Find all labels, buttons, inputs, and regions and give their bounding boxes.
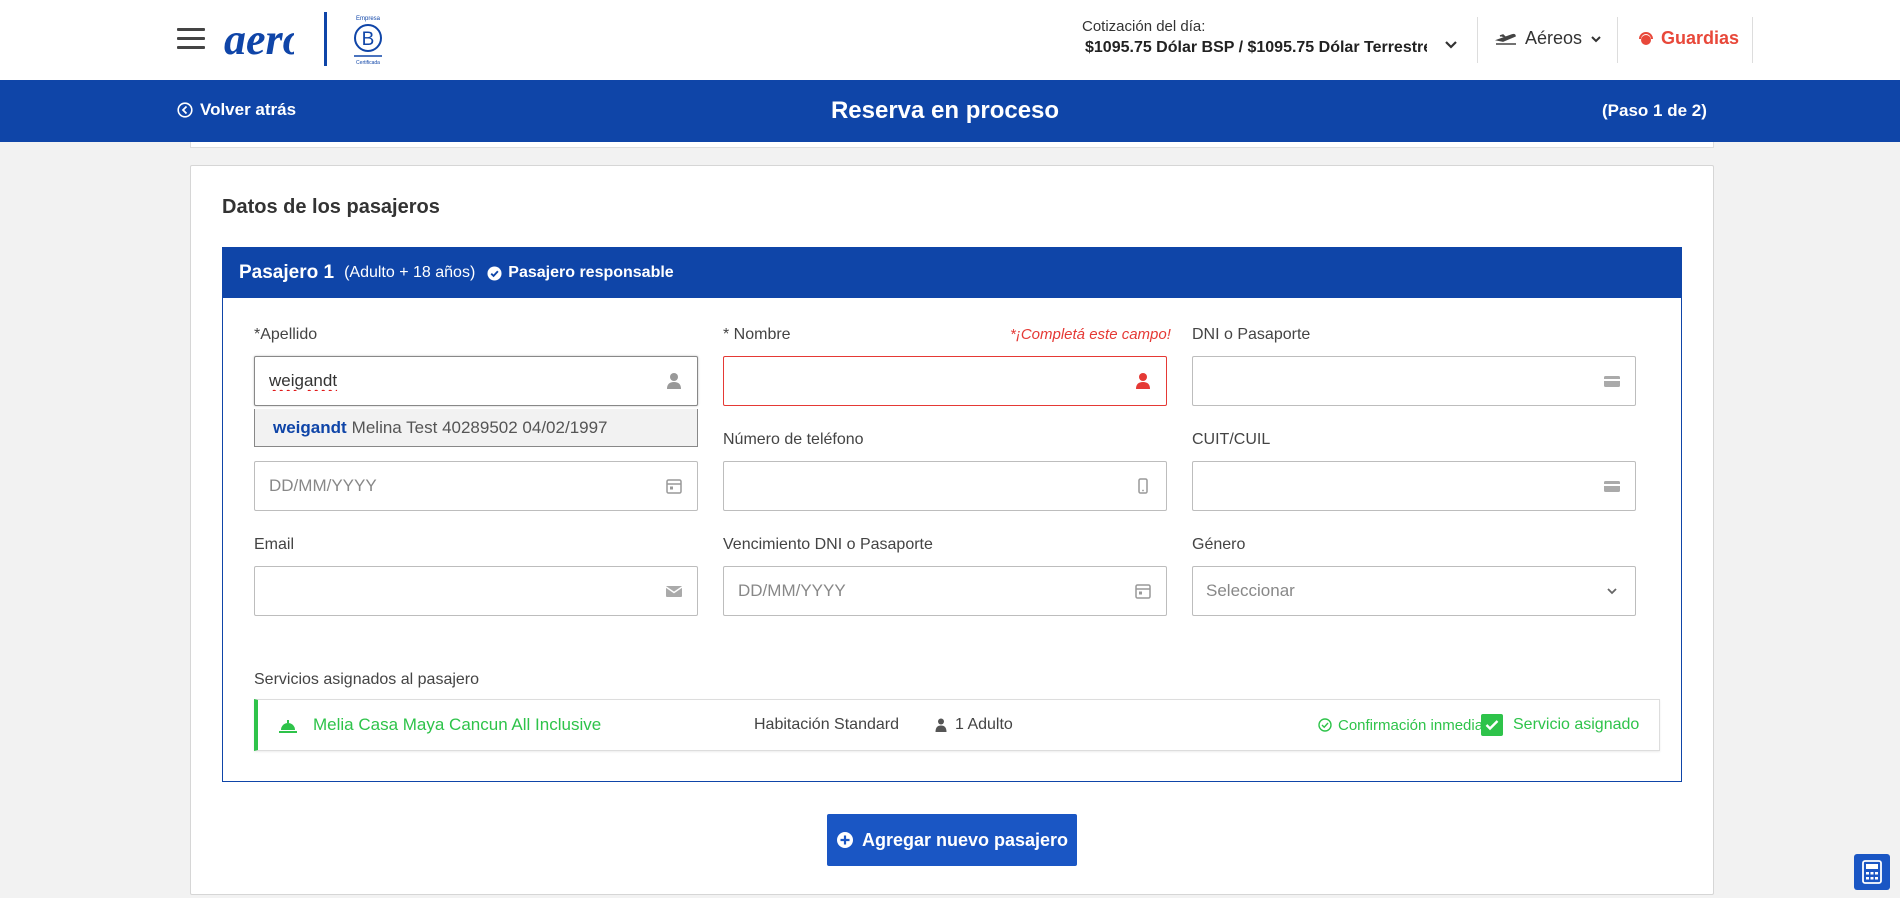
telefono-label: Número de teléfono xyxy=(723,431,864,448)
add-passenger-label: Agregar nuevo pasajero xyxy=(861,829,1069,850)
hotel-bell-icon xyxy=(279,720,297,733)
guardias-label: Guardias xyxy=(1661,28,1740,48)
cuit-input[interactable] xyxy=(1193,462,1583,510)
menu-icon[interactable] xyxy=(177,28,205,50)
apellido-label: *Apellido xyxy=(254,326,318,343)
fecha-nacimiento-field[interactable] xyxy=(254,461,698,511)
exchange-rate-label: Cotización del día: xyxy=(1082,18,1206,35)
vencimiento-field[interactable] xyxy=(723,566,1167,616)
passengers-card: Datos de los pasajeros Pasajero 1 (Adult… xyxy=(190,165,1714,895)
nombre-field[interactable] xyxy=(723,356,1167,406)
mobile-phone-icon xyxy=(1138,478,1148,494)
apellido-field[interactable] xyxy=(254,356,698,406)
divider xyxy=(1477,17,1478,63)
svg-text:B: B xyxy=(362,29,375,50)
telefono-field[interactable] xyxy=(723,461,1167,511)
assigned-service-row: Melia Casa Maya Cancun All Inclusive Hab… xyxy=(254,699,1660,751)
apellido-input[interactable] xyxy=(255,357,645,405)
service-pax-label: 1 Adulto xyxy=(955,716,1013,733)
svg-text:Empresa: Empresa xyxy=(356,16,381,22)
id-card-icon xyxy=(1604,376,1620,387)
svg-text:aero: aero xyxy=(224,15,294,64)
exchange-rate-value: $1095.75 Dólar BSP / $1095.75 Dólar Terr… xyxy=(1085,39,1427,56)
nombre-error: *¡Completá este campo! xyxy=(1010,326,1171,343)
service-name: Melia Casa Maya Cancun All Inclusive xyxy=(313,715,602,734)
email-label: Email xyxy=(254,536,295,553)
person-icon xyxy=(935,718,947,732)
nombre-input[interactable] xyxy=(724,357,1114,405)
person-icon xyxy=(1136,373,1150,389)
passenger-header: Pasajero 1 (Adulto + 18 años) Pasajero r… xyxy=(223,248,1681,298)
dni-input[interactable] xyxy=(1193,357,1583,405)
aereos-dropdown[interactable]: Aéreos xyxy=(1495,28,1602,49)
telefono-input[interactable] xyxy=(724,462,1114,510)
cuit-label: CUIT/CUIL xyxy=(1192,431,1271,448)
genero-label: Género xyxy=(1192,536,1246,553)
chevron-down-icon xyxy=(1607,588,1617,595)
fecha-nacimiento-input[interactable] xyxy=(255,462,645,510)
step-indicator: (Paso 1 de 2) xyxy=(1602,101,1707,120)
id-card-icon xyxy=(1604,481,1620,492)
person-icon xyxy=(667,373,681,389)
cuit-field[interactable] xyxy=(1192,461,1636,511)
plus-circle-icon xyxy=(836,832,853,848)
email-input[interactable] xyxy=(255,567,645,615)
suggestion-rest: Melina Test 40289502 04/02/1997 xyxy=(351,417,608,437)
vencimiento-label: Vencimiento DNI o Pasaporte xyxy=(723,536,933,553)
nombre-label: * Nombre xyxy=(723,326,791,343)
services-label: Servicios asignados al pasajero xyxy=(254,671,480,688)
chevron-down-icon xyxy=(1591,35,1601,42)
guardias-link[interactable]: Guardias xyxy=(1637,28,1739,49)
suggestion-match: weigandt xyxy=(273,417,347,437)
booking-bar: Volver atrás Reserva en proceso (Paso 1 … xyxy=(0,80,1900,142)
aero-logo[interactable]: aero xyxy=(224,14,294,64)
add-passenger-button[interactable]: Agregar nuevo pasajero xyxy=(827,814,1077,866)
passenger-title: Pasajero 1 xyxy=(239,262,335,283)
service-assigned-label: Servicio asignado xyxy=(1513,716,1640,733)
confirmation-label: Confirmación inmediata xyxy=(1338,716,1496,734)
checkbox-checked-icon xyxy=(1481,714,1503,736)
calendar-icon xyxy=(666,479,682,494)
svg-text:Certificada: Certificada xyxy=(356,60,380,66)
calculator-icon[interactable] xyxy=(1854,854,1890,890)
calendar-icon xyxy=(1135,584,1151,599)
service-room: Habitación Standard xyxy=(754,716,899,733)
check-circle-icon xyxy=(487,265,502,281)
email-field[interactable] xyxy=(254,566,698,616)
passenger-subtitle: (Adulto + 18 años) xyxy=(344,264,476,281)
service-assigned-checkbox[interactable]: Servicio asignado xyxy=(1481,714,1639,736)
service-pax: 1 Adulto xyxy=(935,716,1013,734)
genero-select[interactable]: Seleccionar xyxy=(1192,566,1636,616)
previous-card-edge xyxy=(190,142,1714,148)
divider xyxy=(1617,17,1618,63)
section-title: Datos de los pasajeros xyxy=(222,196,440,218)
top-header: aero Empresa B Certificada Cotización de… xyxy=(0,0,1900,80)
support-agent-icon xyxy=(1639,31,1653,45)
check-circle-icon xyxy=(1318,718,1332,732)
passenger-panel: Pasajero 1 (Adulto + 18 años) Pasajero r… xyxy=(222,247,1682,782)
vencimiento-input[interactable] xyxy=(724,567,1114,615)
dni-label: DNI o Pasaporte xyxy=(1192,326,1311,343)
aereos-label: Aéreos xyxy=(1525,28,1583,48)
plane-icon xyxy=(1495,33,1516,45)
logo-divider xyxy=(324,12,327,66)
autocomplete-suggestion[interactable]: weigandt Melina Test 40289502 04/02/1997 xyxy=(254,409,698,447)
envelope-icon xyxy=(665,586,683,597)
responsible-badge: Pasajero responsable xyxy=(487,264,674,282)
genero-value: Seleccionar xyxy=(1206,581,1295,600)
bcorp-badge: Empresa B Certificada xyxy=(354,16,382,66)
divider xyxy=(1752,17,1753,63)
responsible-label: Pasajero responsable xyxy=(508,264,674,281)
dni-field[interactable] xyxy=(1192,356,1636,406)
confirmation-status: Confirmación inmediata xyxy=(1318,717,1496,734)
exchange-rate[interactable]: Cotización del día: $1095.75 Dólar BSP /… xyxy=(1082,18,1432,57)
chevron-down-icon[interactable] xyxy=(1443,38,1459,52)
